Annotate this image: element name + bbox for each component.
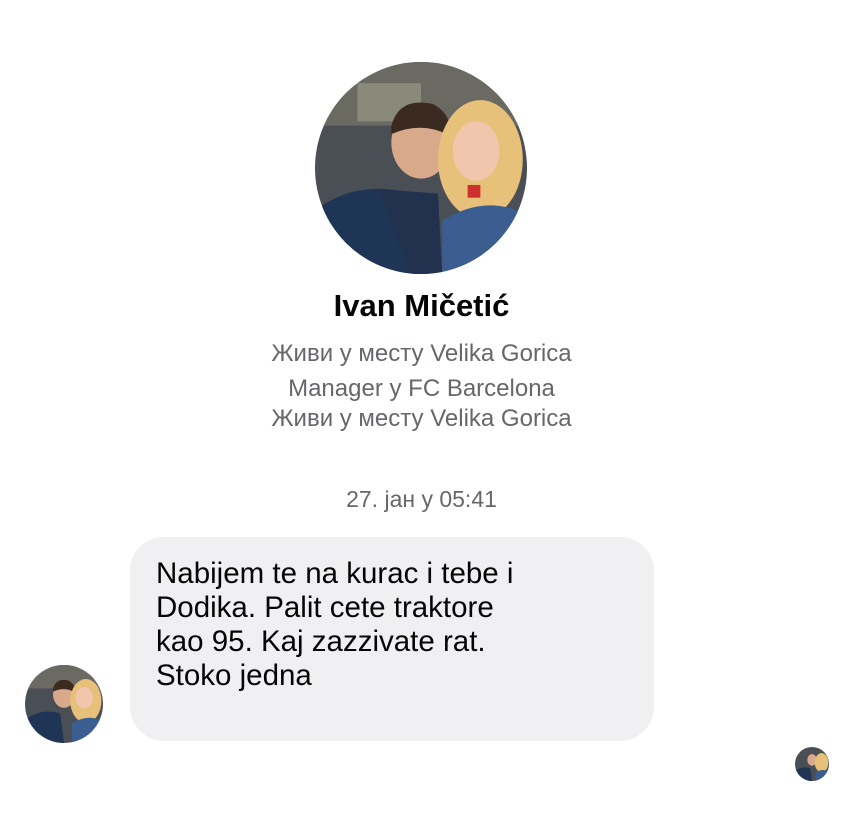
seen-avatar-icon: [795, 747, 829, 781]
seen-indicator-avatar: [795, 747, 829, 781]
message-line: kao 95. Kaj zazzivate rat.: [156, 625, 486, 658]
message-line: Nabijem te na kurac i tebe i: [156, 557, 514, 590]
profile-info-work: Manager у FC Barcelona: [288, 375, 555, 402]
avatar-photo-icon: [315, 62, 527, 274]
message-timestamp: 27. јан у 05:41: [346, 486, 497, 512]
avatar-photo-icon: [25, 665, 103, 743]
profile-info-location-2: Живи у месту Velika Gorica: [271, 405, 572, 432]
profile-avatar[interactable]: [315, 62, 527, 274]
message-line: Stoko jedna: [156, 659, 312, 692]
profile-info-location: Живи у месту Velika Gorica: [271, 340, 572, 367]
message-bubble[interactable]: Nabijem te na kurac i tebe i Dodika. Pal…: [130, 537, 654, 741]
message-line: Dodika. Palit cete traktore: [156, 591, 494, 624]
profile-name: Ivan Mičetić: [333, 288, 510, 323]
sender-avatar[interactable]: [25, 665, 103, 743]
